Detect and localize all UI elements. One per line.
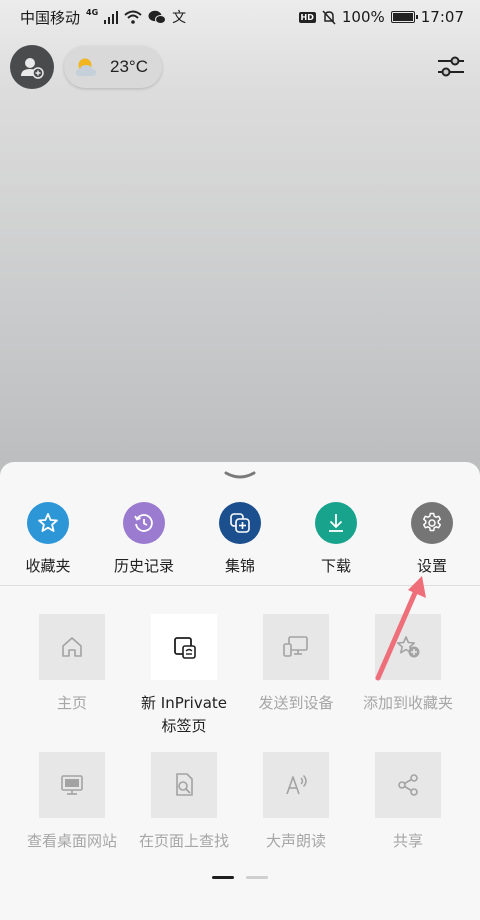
add-user-icon (21, 58, 44, 79)
status-bar-left: 中国移动 4G 文 (20, 7, 186, 28)
downloads-icon-circle (315, 502, 357, 544)
mute-bell-icon (322, 9, 336, 25)
share-label: 共享 (392, 832, 423, 850)
share-icon (398, 774, 418, 796)
find-on-page-label: 在页面上查找 (138, 832, 229, 850)
weather-widget[interactable]: 23°C (64, 46, 162, 88)
page-indicator (212, 876, 268, 879)
wifi-icon (124, 10, 142, 24)
share-button[interactable]: 共享 (352, 752, 464, 853)
read-aloud-label: 大声朗读 (265, 832, 326, 850)
add-to-favorites-button[interactable]: 添加到收藏夹 (352, 614, 464, 715)
collections-button[interactable]: 集锦 (192, 502, 288, 576)
star-icon (38, 513, 58, 532)
desktop-site-tile (39, 752, 105, 818)
new-inprivate-tab-button[interactable]: 新 InPrivate 标签页 (128, 614, 240, 738)
page-dot-1[interactable] (212, 876, 234, 879)
read-aloud-button[interactable]: 大声朗读 (240, 752, 352, 853)
temperature: 23°C (110, 57, 148, 76)
collections-icon-circle (219, 502, 261, 544)
battery-icon (390, 11, 418, 23)
find-on-page-button[interactable]: 在页面上查找 (128, 752, 240, 853)
new-inprivate-label-line2: 标签页 (161, 717, 207, 735)
downloads-button[interactable]: 下载 (288, 502, 384, 576)
gear-icon (422, 512, 442, 532)
section-divider (0, 585, 480, 586)
clock: 17:07 (420, 8, 464, 26)
history-label: 历史记录 (113, 557, 174, 575)
add-favorite-icon (396, 636, 420, 658)
share-tile (375, 752, 441, 818)
desktop-site-label: 查看桌面网站 (26, 832, 117, 850)
new-inprivate-label-line1: 新 InPrivate (141, 694, 227, 712)
settings-icon-circle (411, 502, 453, 544)
page-settings-button[interactable] (436, 52, 466, 82)
sheet-drag-handle[interactable] (222, 468, 258, 482)
home-button[interactable]: 主页 (16, 614, 128, 715)
collections-label: 集锦 (224, 557, 255, 575)
send-to-device-tile (263, 614, 329, 680)
hd-icon: HD (298, 11, 316, 23)
network-type: 4G (86, 7, 99, 17)
read-aloud-icon (286, 774, 307, 795)
favorites-button[interactable]: 收藏夹 (0, 502, 96, 576)
wechat-icon (148, 10, 167, 24)
top-bar: 23°C (10, 44, 466, 90)
find-on-page-icon (176, 773, 193, 796)
history-icon (134, 514, 153, 532)
battery-percent: 100% (341, 8, 385, 26)
downloads-label: 下载 (320, 557, 351, 575)
status-bar: 中国移动 4G 文 HD 100% 17:07 (0, 0, 480, 34)
desktop-site-icon (61, 775, 83, 795)
carrier-name: 中国移动 (20, 8, 81, 27)
history-icon-circle (123, 502, 165, 544)
partly-cloudy-icon (76, 58, 96, 76)
add-favorite-tile (375, 614, 441, 680)
menu-bottom-sheet: 收藏夹 历史记录 集锦 下载 设置 主页 新 InPrivate 标签页 发送到… (0, 462, 480, 920)
signal-icon (104, 11, 119, 24)
favorites-label: 收藏夹 (25, 557, 71, 575)
inprivate-tile (151, 614, 217, 680)
send-to-device-icon (283, 636, 308, 657)
send-to-device-button[interactable]: 发送到设备 (240, 614, 352, 715)
read-aloud-tile (263, 752, 329, 818)
quick-actions-row: 收藏夹 历史记录 集锦 下载 设置 (0, 502, 480, 586)
profile-avatar-button[interactable] (10, 45, 54, 89)
new-inprivate-label: 新 InPrivate 标签页 (141, 692, 227, 738)
status-bar-right: HD 100% 17:07 (298, 8, 464, 26)
send-to-device-label: 发送到设备 (258, 694, 334, 712)
sliders-icon (438, 56, 464, 77)
settings-button[interactable]: 设置 (384, 502, 480, 576)
home-label: 主页 (56, 694, 87, 712)
home-icon (62, 637, 82, 657)
find-on-page-tile (151, 752, 217, 818)
home-tile (39, 614, 105, 680)
app-notification-icon: 文 (172, 10, 187, 26)
download-icon (329, 514, 343, 532)
favorites-icon-circle (27, 502, 69, 544)
settings-label: 设置 (416, 557, 447, 575)
inprivate-tab-icon (174, 637, 196, 659)
desktop-site-button[interactable]: 查看桌面网站 (16, 752, 128, 853)
collections-icon (230, 513, 250, 533)
page-dot-2[interactable] (246, 876, 268, 879)
add-to-favorites-label: 添加到收藏夹 (362, 694, 453, 712)
history-button[interactable]: 历史记录 (96, 502, 192, 576)
